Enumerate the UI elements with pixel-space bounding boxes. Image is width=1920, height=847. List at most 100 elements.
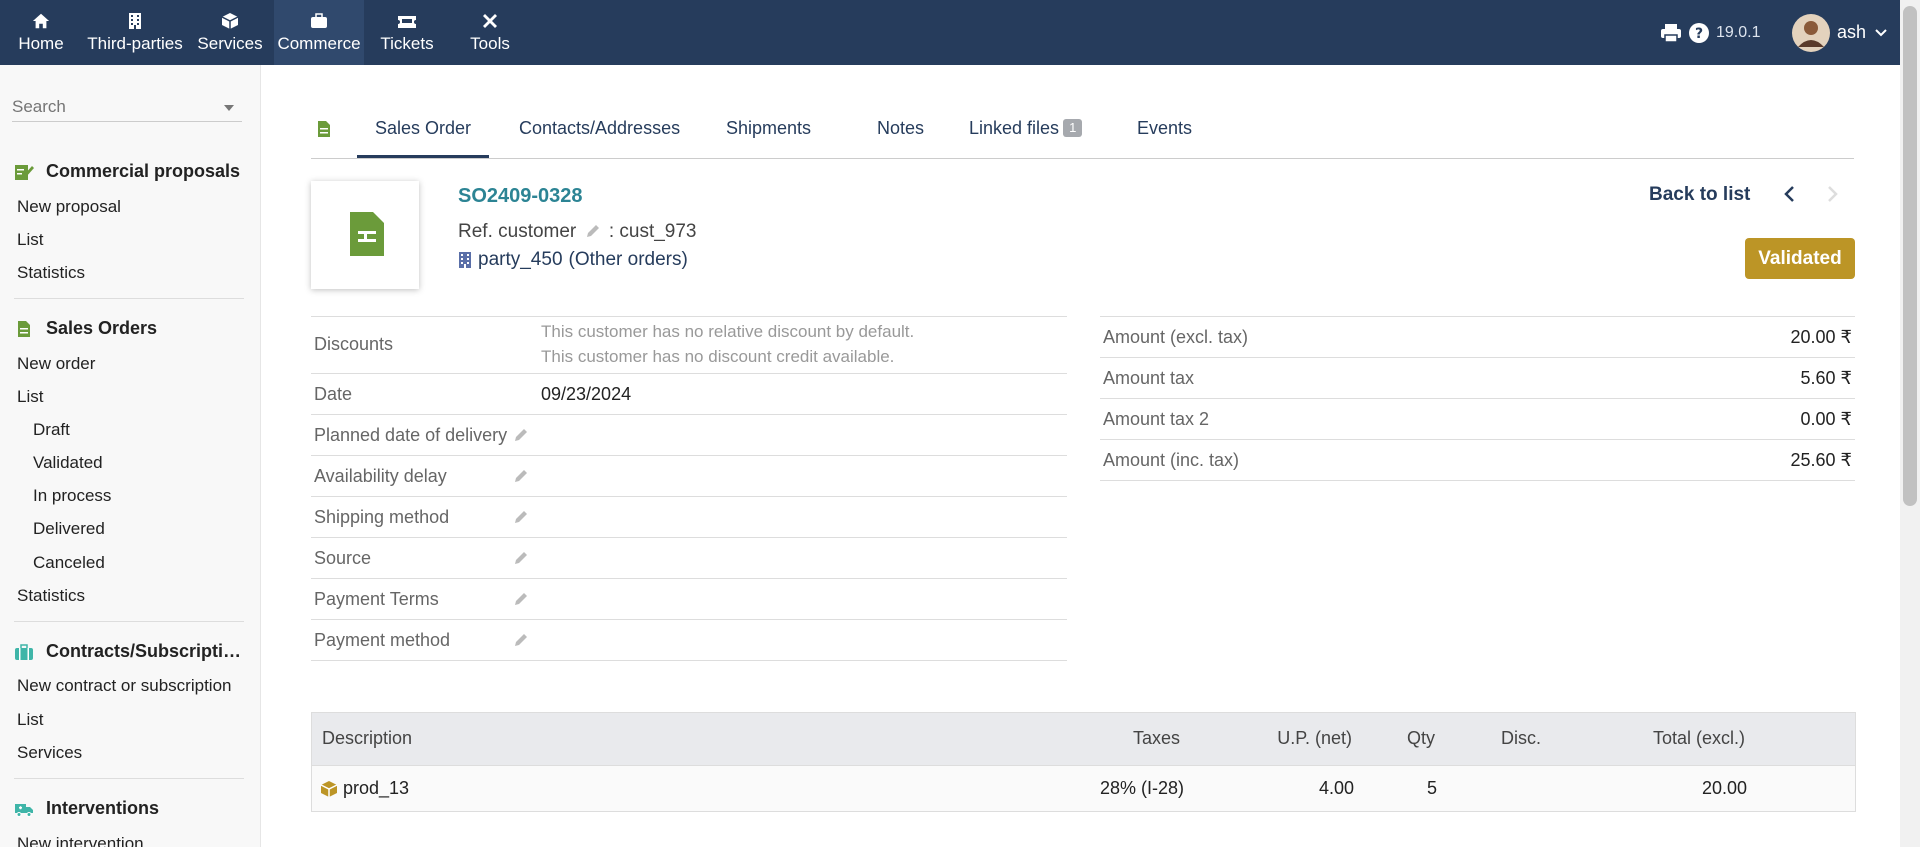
sidebar-link-delivered[interactable]: Delivered xyxy=(33,519,260,539)
user-name: ash xyxy=(1837,22,1867,42)
top-menu-bar: Home Third-parties Services Commerce Tic… xyxy=(0,0,1900,65)
nav-tools[interactable]: Tools xyxy=(459,0,521,65)
discount-info-line: This customer has no discount credit ava… xyxy=(541,347,895,366)
line-qty: 5 xyxy=(1426,778,1437,798)
sidebar-link-new-intervention[interactable]: New intervention xyxy=(17,834,245,847)
sales-order-icon xyxy=(318,121,330,137)
version-label: 19.0.1 xyxy=(1716,23,1761,41)
sidebar-section-title: Commercial proposals xyxy=(46,161,241,181)
nav-services-label: Services xyxy=(197,34,263,53)
order-ref[interactable]: SO2409-0328 xyxy=(458,185,583,208)
sidebar-link-canceled[interactable]: Canceled xyxy=(33,553,260,573)
order-lines-table: Description Taxes U.P. (net) Qty Disc. T… xyxy=(311,712,1856,812)
pencil-icon[interactable] xyxy=(513,427,529,443)
sidebar-link-proposal-list[interactable]: List xyxy=(17,230,245,250)
tab-sales-order[interactable]: Sales Order xyxy=(357,105,490,158)
pencil-icon[interactable] xyxy=(585,223,601,239)
line-total: 20.00 xyxy=(1701,778,1747,798)
amount-value: 20.00 ₹ xyxy=(1790,327,1853,347)
ref-customer-value: : cust_973 xyxy=(608,221,697,242)
field-row-payment-method: Payment method xyxy=(311,620,1067,661)
product-icon xyxy=(320,781,338,797)
tab-events[interactable]: Events xyxy=(1119,105,1210,158)
party-link[interactable]: party_450 xyxy=(478,249,563,271)
nav-home[interactable]: Home xyxy=(8,0,74,65)
third-party: party_450 (Other orders) xyxy=(458,249,688,271)
page-scrollbar-thumb[interactable] xyxy=(1903,6,1917,506)
search-input[interactable] xyxy=(12,97,212,117)
nav-tickets[interactable]: Tickets xyxy=(373,0,441,65)
sidebar-link-draft[interactable]: Draft xyxy=(33,420,260,440)
avatar xyxy=(1792,13,1830,52)
sidebar-section-interventions[interactable]: Interventions xyxy=(14,798,244,819)
amounts-table: Amount (excl. tax) 20.00 ₹ Amount tax 5.… xyxy=(1100,316,1855,481)
tab-notes[interactable]: Notes xyxy=(859,105,942,158)
building-icon xyxy=(459,252,471,268)
nav-home-label: Home xyxy=(18,34,64,53)
sidebar-section-contracts[interactable]: Contracts/Subscriptions xyxy=(14,641,244,662)
chevron-down-icon[interactable] xyxy=(224,105,234,111)
pencil-icon[interactable] xyxy=(513,468,529,484)
sidebar-link-in-process[interactable]: In process xyxy=(33,486,260,506)
other-orders-link[interactable]: (Other orders) xyxy=(569,249,688,271)
sidebar-link-proposal-stats[interactable]: Statistics xyxy=(17,263,245,283)
tab-linked-files[interactable]: Linked files 1 xyxy=(951,105,1100,158)
field-label: Discounts xyxy=(314,334,394,354)
print-icon[interactable] xyxy=(1660,23,1682,43)
proposal-icon xyxy=(15,164,34,180)
nav-commerce[interactable]: Commerce xyxy=(274,0,364,65)
linked-files-count-badge: 1 xyxy=(1063,119,1083,137)
suitcase-icon xyxy=(311,13,327,28)
building-icon xyxy=(129,13,141,29)
sales-order-icon xyxy=(350,212,384,256)
svg-text:?: ? xyxy=(1695,26,1703,42)
amount-label: Amount (inc. tax) xyxy=(1103,450,1240,470)
pencil-icon[interactable] xyxy=(513,550,529,566)
amount-value: 5.60 ₹ xyxy=(1800,368,1853,388)
cube-icon xyxy=(221,13,239,29)
tab-linked-files-label: Linked files xyxy=(969,118,1060,138)
sidebar-link-new-order[interactable]: New order xyxy=(17,354,245,374)
nav-services[interactable]: Services xyxy=(194,0,266,65)
amount-row: Amount (excl. tax) 20.00 ₹ xyxy=(1100,317,1855,358)
sidebar-link-order-list[interactable]: List xyxy=(17,387,245,407)
sidebar-link-contract-list[interactable]: List xyxy=(17,710,245,730)
tab-contacts-addresses[interactable]: Contacts/Addresses xyxy=(501,105,698,158)
sales-order-icon xyxy=(18,320,30,337)
home-icon xyxy=(32,13,50,29)
amount-label: Amount (excl. tax) xyxy=(1103,327,1249,347)
sidebar-link-new-proposal[interactable]: New proposal xyxy=(17,197,245,217)
tab-shipments[interactable]: Shipments xyxy=(708,105,829,158)
table-row[interactable]: prod_13 28% (I-28) 4.00 5 20.00 xyxy=(312,765,1855,811)
col-total-header: Total (excl.) xyxy=(1652,728,1745,748)
line-product-link[interactable]: prod_13 xyxy=(343,778,409,799)
sidebar-link-new-contract[interactable]: New contract or subscription xyxy=(17,676,245,696)
sidebar-link-order-stats[interactable]: Statistics xyxy=(17,586,245,606)
amount-value: 25.60 ₹ xyxy=(1790,450,1853,470)
search-box[interactable] xyxy=(12,95,242,122)
field-row-payment-terms: Payment Terms xyxy=(311,579,1067,620)
field-row-availability: Availability delay xyxy=(311,456,1067,497)
field-label: Planned date of delivery xyxy=(314,425,508,445)
sidebar-link-contract-services[interactable]: Services xyxy=(17,743,245,763)
help-icon[interactable]: ? xyxy=(1688,22,1710,44)
amount-row: Amount (inc. tax) 25.60 ₹ xyxy=(1100,440,1855,481)
user-menu[interactable]: ash xyxy=(1791,0,1888,65)
pencil-icon[interactable] xyxy=(513,632,529,648)
nav-third-parties[interactable]: Third-parties xyxy=(86,0,184,65)
sidebar-section-title: Contracts/Subscriptions xyxy=(46,641,244,661)
chevron-down-icon xyxy=(1875,28,1887,36)
sidebar-section-sales-orders[interactable]: Sales Orders xyxy=(14,318,244,339)
sidebar-section-proposals[interactable]: Commercial proposals xyxy=(14,161,244,182)
amount-value: 0.00 ₹ xyxy=(1800,409,1853,429)
col-description-header: Description xyxy=(322,728,413,748)
sidebar-link-validated[interactable]: Validated xyxy=(33,453,260,473)
back-to-list-link[interactable]: Back to list xyxy=(1649,184,1750,206)
previous-arrow-icon[interactable] xyxy=(1782,184,1796,204)
sidebar-divider xyxy=(14,621,244,622)
ticket-icon xyxy=(398,16,416,28)
contract-icon xyxy=(15,643,33,660)
ref-customer-label: Ref. customer xyxy=(458,221,577,242)
pencil-icon[interactable] xyxy=(513,591,529,607)
pencil-icon[interactable] xyxy=(513,509,529,525)
